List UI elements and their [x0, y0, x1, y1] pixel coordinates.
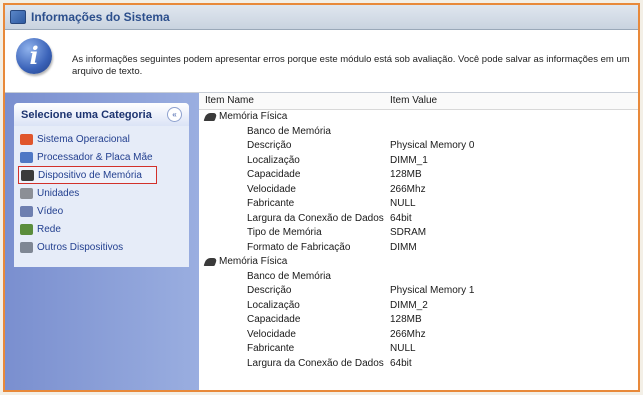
item-name: Largura da Conexão de Dados	[247, 212, 384, 224]
item-value: 64bit	[390, 212, 412, 224]
table-row[interactable]: Fabricante NULL	[199, 342, 638, 357]
category-panel-header[interactable]: Selecione uma Categoria «	[14, 103, 189, 126]
category-item[interactable]: Sistema Operacional	[18, 130, 157, 148]
item-name: Memória Física	[219, 256, 288, 267]
item-value: 128MB	[390, 314, 422, 325]
item-name: Localização	[247, 154, 300, 166]
category-item-label: Unidades	[37, 187, 80, 199]
item-value: DIMM	[390, 241, 417, 253]
title-bar: Informações do Sistema	[5, 5, 638, 30]
item-value: SDRAM	[390, 227, 427, 238]
memory-icon	[21, 169, 34, 181]
item-value: 128MB	[390, 169, 422, 180]
table-row[interactable]: Velocidade 266Mhz	[199, 183, 638, 198]
category-item[interactable]: Dispositivo de Memória	[18, 166, 157, 184]
table-row[interactable]: Fabricante NULL	[199, 197, 638, 212]
info-icon: i	[16, 38, 52, 74]
category-item-label: Processador & Placa Mãe	[37, 151, 153, 163]
item-name: Formato de Fabricação	[247, 241, 351, 253]
item-value: DIMM_2	[390, 299, 428, 311]
category-item[interactable]: Unidades	[18, 184, 157, 202]
category-item-label: Sistema Operacional	[37, 133, 130, 145]
drives-icon	[20, 187, 33, 199]
item-value: NULL	[390, 343, 416, 354]
item-name: Descrição	[247, 285, 292, 296]
item-value: NULL	[390, 198, 416, 209]
item-name: Fabricante	[247, 198, 295, 209]
category-item-label: Dispositivo de Memória	[38, 169, 142, 181]
item-name: Velocidade	[247, 183, 296, 195]
item-value: DIMM_1	[390, 154, 428, 166]
tree-group-row[interactable]: Memória Física	[199, 110, 638, 125]
item-name: Memória Física	[219, 111, 288, 122]
details-panel: Item Name Item Value Memória Física Banco…	[199, 93, 638, 390]
table-row[interactable]: Largura da Conexão de Dados 64bit	[199, 212, 638, 227]
network-icon	[20, 223, 33, 235]
category-item[interactable]: Outros Dispositivos	[18, 238, 157, 256]
video-icon	[20, 205, 33, 217]
category-item-label: Rede	[37, 223, 61, 235]
tree-group-row[interactable]: Memória Física	[199, 255, 638, 270]
item-value: Physical Memory 0	[390, 140, 475, 151]
category-item[interactable]: Rede	[18, 220, 157, 238]
processor-icon	[20, 151, 33, 163]
table-row[interactable]: Banco de Memória	[199, 270, 638, 285]
item-name: Fabricante	[247, 343, 295, 354]
collapse-chevron-icon[interactable]: «	[167, 107, 182, 122]
table-row[interactable]: Localização DIMM_2	[199, 299, 638, 314]
table-row[interactable]: Formato de Fabricação DIMM	[199, 241, 638, 256]
table-row[interactable]: Localização DIMM_1	[199, 154, 638, 169]
table-row[interactable]: Descrição Physical Memory 1	[199, 284, 638, 299]
table-row[interactable]: Largura da Conexão de Dados 64bit	[199, 357, 638, 372]
category-item-label: Outros Dispositivos	[37, 241, 124, 253]
item-name: Tipo de Memória	[247, 227, 322, 238]
windows-flag-icon	[20, 133, 33, 145]
table-row[interactable]: Descrição Physical Memory 0	[199, 139, 638, 154]
memory-icon	[203, 113, 218, 121]
table-row[interactable]: Capacidade 128MB	[199, 168, 638, 183]
category-list: Sistema Operacional Processador & Placa M…	[14, 126, 189, 256]
item-name: Capacidade	[247, 169, 301, 180]
devices-icon	[20, 241, 33, 253]
table-row[interactable]: Velocidade 266Mhz	[199, 328, 638, 343]
col-item-value[interactable]: Item Value	[390, 95, 437, 106]
item-name: Largura da Conexão de Dados	[247, 357, 384, 369]
column-header: Item Name Item Value	[199, 93, 638, 110]
info-banner: i As informações seguintes podem apresen…	[5, 30, 638, 93]
item-value: 266Mhz	[390, 328, 426, 340]
category-item-label: Vídeo	[37, 205, 64, 217]
item-name: Descrição	[247, 140, 292, 151]
table-row[interactable]: Capacidade 128MB	[199, 313, 638, 328]
category-item[interactable]: Vídeo	[18, 202, 157, 220]
system-info-window: Informações do Sistema i As informações …	[3, 3, 640, 392]
item-name: Localização	[247, 299, 300, 311]
category-panel: Selecione uma Categoria « Sistema Operac…	[14, 103, 189, 267]
table-row[interactable]: Banco de Memória	[199, 125, 638, 140]
col-item-name[interactable]: Item Name	[205, 95, 254, 106]
item-value: 64bit	[390, 357, 412, 369]
sidebar: Selecione uma Categoria « Sistema Operac…	[5, 93, 199, 390]
system-info-icon	[10, 10, 26, 24]
memory-icon	[203, 258, 218, 266]
details-list: Memória Física Banco de Memória Descrição P…	[199, 110, 638, 372]
item-name: Banco de Memória	[247, 125, 331, 137]
item-name: Banco de Memória	[247, 270, 331, 282]
item-name: Velocidade	[247, 328, 296, 340]
category-item[interactable]: Processador & Placa Mãe	[18, 148, 157, 166]
item-value: 266Mhz	[390, 183, 426, 195]
item-value: Physical Memory 1	[390, 285, 475, 296]
table-row[interactable]: Tipo de Memória SDRAM	[199, 226, 638, 241]
category-panel-title: Selecione uma Categoria	[21, 108, 152, 121]
item-name: Capacidade	[247, 314, 301, 325]
window-title: Informações do Sistema	[31, 10, 170, 24]
info-message: As informações seguintes podem apresenta…	[72, 54, 630, 77]
